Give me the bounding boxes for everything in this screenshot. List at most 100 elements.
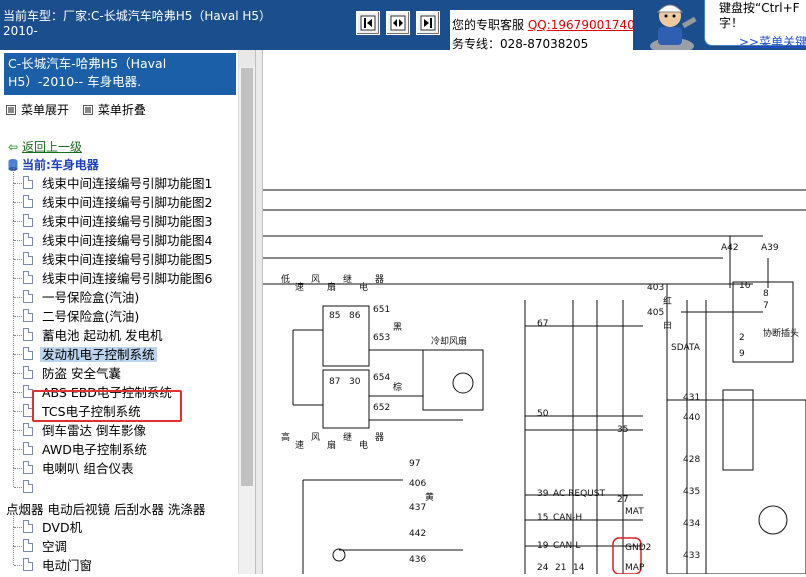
tree-connector <box>14 449 22 450</box>
menu-expand-button[interactable]: 菜单展开 <box>21 103 69 117</box>
pin-number-label: 35 <box>617 425 628 435</box>
tree-item[interactable]: 线束中间连接编号引脚功能图1 <box>0 164 238 193</box>
tree-connector <box>14 202 22 203</box>
next-page-button[interactable] <box>416 11 440 35</box>
pin-number-label: 21 <box>555 563 566 573</box>
tree-connector <box>13 449 14 468</box>
wire-code-label: 431 <box>683 393 700 403</box>
first-page-icon <box>360 15 376 31</box>
wire-code-label: 442 <box>409 529 426 539</box>
tree-item[interactable]: 防盗 安全气囊 <box>0 354 238 383</box>
wire-code-label: 440 <box>683 413 700 423</box>
tree-connector <box>14 430 22 431</box>
tree-group-label[interactable]: 点烟器 电动后视镜 后刮水器 洗涤器 <box>6 499 205 518</box>
pin-number-label: 9 <box>739 349 745 359</box>
tree-item[interactable]: 二号保险盒(汽油) <box>0 297 238 326</box>
tree-connector <box>14 259 22 260</box>
model-title-line1: 当前车型：厂家:C-长城汽车哈弗H5（Haval H5） <box>3 9 272 23</box>
diagram-label: 电 <box>359 281 368 293</box>
tree-item[interactable]: 线束中间连接编号引脚功能图3 <box>0 202 238 231</box>
diagram-label: 扇 <box>327 439 336 451</box>
back-link[interactable]: ⇦ 返回上一级 <box>8 138 82 155</box>
tree-item[interactable] <box>0 468 238 497</box>
tree-connector <box>13 411 14 430</box>
tree-item-label: 线束中间连接编号引脚功能图3 <box>42 214 213 229</box>
tree-item[interactable]: 倒车雷达 倒车影像 <box>0 411 238 440</box>
tree-item[interactable]: 一号保险盒(汽油) <box>0 278 238 307</box>
tree-item-label: 电动门窗 <box>42 558 93 573</box>
sidebar: C-长城汽车-哈弗H5（Haval H5）-2010-- 车身电器. 菜单展开 … <box>0 50 256 574</box>
signal-label: AC REQUST <box>553 489 605 499</box>
tree-item-label: 二号保险盒(汽油) <box>42 309 140 324</box>
collapse-icon <box>82 104 93 115</box>
qq-link[interactable]: QQ:19679001740 <box>528 18 633 32</box>
tree-item-label: 电喇叭 组合仪表 <box>42 461 134 476</box>
signal-label: CAN-H <box>553 513 582 523</box>
service-phone: 务专线：028-87038205 <box>452 37 589 50</box>
wire-code-label: 406 <box>409 479 426 489</box>
pin-number-label: 27 <box>617 495 628 505</box>
tree-connector <box>14 354 22 355</box>
document-icon <box>23 480 33 493</box>
tree-connector <box>14 240 22 241</box>
tree-item[interactable]: AWD电子控制系统 <box>0 430 238 459</box>
split-view-button[interactable] <box>386 11 410 35</box>
tree-item[interactable]: 电动门窗 <box>0 546 238 575</box>
wire-code-label: 652 <box>373 403 390 413</box>
tree-item[interactable]: DVD机 <box>0 508 238 537</box>
tree-item-label: 线束中间连接编号引脚功能图5 <box>42 252 213 267</box>
tree-connector <box>13 164 14 183</box>
pin-number-label: 19 <box>537 541 549 551</box>
tree-item-label: 线束中间连接编号引脚功能图2 <box>42 195 213 210</box>
diagram-label: 扇 <box>327 281 336 293</box>
back-label[interactable]: 返回上一级 <box>22 140 82 154</box>
diagram-label: 器 <box>375 274 384 285</box>
document-icon <box>23 252 33 265</box>
tree-item[interactable]: 线束中间连接编号引脚功能图4 <box>0 221 238 250</box>
signal-label: MAP <box>625 563 645 573</box>
tree-item[interactable]: 发动机电子控制系统 <box>0 335 238 364</box>
contact-prefix: 您的专职客服 <box>452 18 525 32</box>
pin-number-label: 86 <box>349 311 361 321</box>
scroll-thumb[interactable] <box>241 68 253 486</box>
pin-number-label: 16 <box>739 281 751 291</box>
wire-color-label: 白 <box>663 319 672 331</box>
tree-item[interactable]: 蓄电池 起动机 发电机 <box>0 316 238 345</box>
tree-item[interactable]: 空调 <box>0 527 238 556</box>
tree-item[interactable]: 线束中间连接编号引脚功能图6 <box>0 259 238 288</box>
tree-item-label: 一号保险盒(汽油) <box>42 290 140 305</box>
current-folder: 当前:车身电器 <box>8 156 99 173</box>
current-model-title: 当前车型：厂家:C-长城汽车哈弗H5（Haval H5） 2010- <box>3 9 343 39</box>
diagram-label: 速 <box>295 440 304 451</box>
tree-connector <box>13 468 14 487</box>
tree-connector <box>13 508 14 527</box>
menu-keyword-link[interactable]: >>菜单关键 <box>739 33 806 50</box>
sidebar-scrollbar[interactable] <box>238 50 256 574</box>
panel-splitter[interactable] <box>255 50 263 574</box>
signal-label: GND2 <box>625 543 651 553</box>
scroll-up-button[interactable] <box>239 50 256 67</box>
tree-connector <box>14 373 22 374</box>
tree-item-label: 防盗 安全气囊 <box>42 366 121 381</box>
pin-number-label: 7 <box>763 301 769 311</box>
wire-code-label: A42 <box>721 243 739 253</box>
wire-code-label: 434 <box>683 519 700 529</box>
pin-number-label: 14 <box>573 563 585 573</box>
signal-label: SDATA <box>671 343 701 353</box>
document-icon <box>23 195 33 208</box>
wire-code-label: A39 <box>761 243 779 253</box>
tree-item[interactable]: 线束中间连接编号引脚功能图5 <box>0 240 238 269</box>
tree-connector <box>14 278 22 279</box>
document-icon <box>23 558 33 571</box>
wiring-diagram: 低 速 风 扇 继 电 器 高 速 风 扇 继 电 器 A42 A39 403 … <box>263 50 806 575</box>
highlight-box <box>32 390 182 422</box>
selected-category-title: C-长城汽车-哈弗H5（Haval H5）-2010-- 车身电器. <box>4 53 236 95</box>
document-icon <box>23 423 33 436</box>
prev-page-button[interactable] <box>356 11 380 35</box>
pin-number-label: 15 <box>537 513 548 523</box>
tree-connector <box>14 183 22 184</box>
menu-collapse-button[interactable]: 菜单折叠 <box>98 103 146 117</box>
tree-item[interactable]: 线束中间连接编号引脚功能图2 <box>0 183 238 212</box>
tree-item[interactable]: 电喇叭 组合仪表 <box>0 449 238 478</box>
wire-code-label: 435 <box>683 487 700 497</box>
